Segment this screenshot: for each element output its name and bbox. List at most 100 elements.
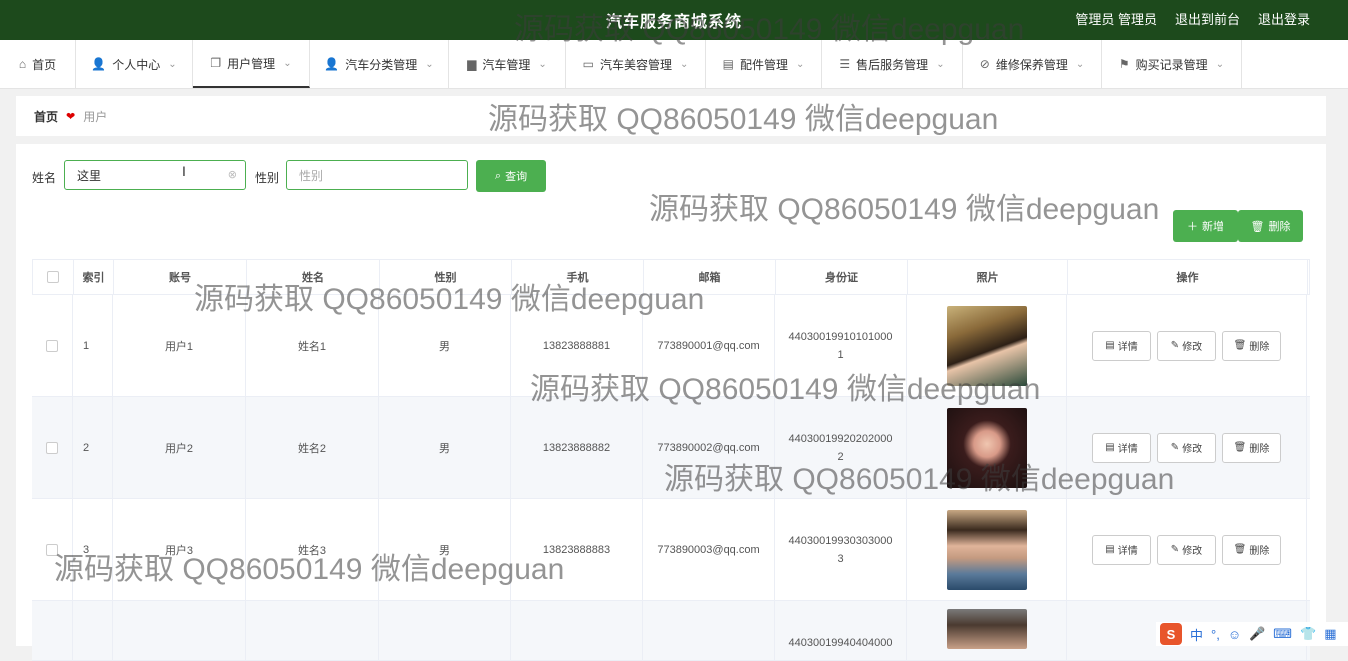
chat-icon: ▭ [582, 57, 594, 71]
cell-id-card: 44030019940404000 [775, 601, 907, 661]
ime-toolbar[interactable]: S 中 °, ☺ 🎤 ⌨ 👕 ▦ [1156, 622, 1348, 646]
header-phone: 手机 [512, 260, 644, 294]
cell-email [643, 601, 775, 661]
nav-label: 维修保养管理 [995, 57, 1068, 72]
edit-icon: ✎ [1170, 442, 1180, 453]
row-checkbox[interactable] [46, 339, 58, 352]
name-label: 姓名 [32, 171, 57, 185]
ime-punct[interactable]: °, [1211, 627, 1220, 642]
row-select-cell[interactable] [32, 397, 73, 498]
add-label: 新增 [1202, 221, 1224, 233]
edit-icon: ✎ [1170, 544, 1180, 555]
list-icon: ☰ [839, 57, 851, 71]
detail-button[interactable]: ▤ 详情 [1092, 432, 1151, 463]
edit-label: 修改 [1182, 546, 1203, 557]
cell-phone: 13823888882 [511, 397, 643, 498]
nav-car-management[interactable]: ▆ 汽车管理 ⌄ [449, 40, 566, 88]
copy-icon: ❐ [210, 56, 222, 70]
row-select-cell[interactable] [32, 295, 73, 396]
cell-name: 姓名1 [246, 295, 379, 396]
gender-label: 性别 [255, 171, 280, 185]
keyboard-icon[interactable]: ⌨ [1273, 626, 1292, 642]
search-icon: ⌕ [494, 169, 502, 182]
delete-button[interactable]: 🗑 删除 [1222, 432, 1281, 463]
row-select-cell[interactable] [32, 499, 73, 600]
nav-parts[interactable]: ▤ 配件管理 ⌄ [706, 40, 822, 88]
cell-name: 姓名3 [246, 499, 379, 600]
cell-gender: 男 [379, 295, 511, 396]
query-label: 查询 [505, 171, 528, 183]
row-select-cell[interactable] [32, 601, 73, 661]
user-photo[interactable] [946, 609, 1027, 649]
name-search-value: 这里 [77, 168, 102, 183]
name-search-input[interactable]: 这里 ⊗ [64, 160, 246, 190]
nav-home[interactable]: ⌂ 首页 [0, 40, 76, 88]
nav-car-category[interactable]: 👤 汽车分类管理 ⌄ [310, 40, 449, 88]
nav-user-management[interactable]: ❐ 用户管理 ⌄ [193, 40, 310, 88]
logout-link[interactable]: 退出登录 [1258, 9, 1310, 28]
row-checkbox[interactable] [46, 441, 58, 454]
select-all-checkbox[interactable] [47, 271, 59, 283]
edit-label: 修改 [1182, 342, 1203, 353]
select-all-cell[interactable] [33, 260, 74, 294]
trash-icon: 🗑 [1250, 220, 1265, 233]
user-photo[interactable] [946, 305, 1027, 386]
mic-icon[interactable]: 🎤 [1249, 626, 1265, 642]
user-photo[interactable] [946, 509, 1027, 590]
header-gender: 性别 [380, 260, 512, 294]
nav-purchase-records[interactable]: ⚑ 购买记录管理 ⌄ [1102, 40, 1242, 88]
edit-button[interactable]: ✎ 修改 [1157, 534, 1216, 565]
nav-maintenance[interactable]: ⊘ 维修保养管理 ⌄ [963, 40, 1102, 88]
gender-search-input[interactable]: 性别 [286, 160, 468, 190]
header-actions: 操作 [1068, 260, 1308, 294]
briefcase-icon: ▆ [467, 57, 477, 71]
delete-button[interactable]: 🗑 删除 [1222, 330, 1281, 361]
edit-icon: ✎ [1170, 340, 1180, 351]
cell-email: 773890001@qq.com [643, 295, 775, 396]
detail-button[interactable]: ▤ 详情 [1092, 330, 1151, 361]
cell-id-card: 44030019910101000 1 [775, 295, 907, 396]
cell-index: 1 [73, 295, 113, 396]
nav-personal-center[interactable]: 👤 个人中心 ⌄ [76, 40, 193, 88]
cell-email: 773890002@qq.com [643, 397, 775, 498]
breadcrumb-home[interactable]: 首页 [34, 108, 58, 125]
batch-delete-button[interactable]: 🗑 删除 [1238, 210, 1303, 242]
delete-label: 删除 [1249, 546, 1270, 557]
emoji-icon[interactable]: ☺ [1228, 627, 1241, 642]
id-card-line2: 1 [837, 348, 844, 361]
edit-label: 修改 [1182, 444, 1203, 455]
nav-after-sales[interactable]: ☰ 售后服务管理 ⌄ [822, 40, 963, 88]
nav-label: 汽车管理 [482, 57, 531, 72]
grid-icon[interactable]: ▦ [1324, 626, 1336, 642]
cell-account: 用户3 [113, 499, 246, 600]
cell-gender: 男 [379, 397, 511, 498]
cell-photo [907, 499, 1067, 600]
nav-label: 售后服务管理 [856, 57, 929, 72]
chevron-down-icon: ⌄ [679, 58, 689, 70]
nav-car-beauty[interactable]: ▭ 汽车美容管理 ⌄ [566, 40, 706, 88]
row-checkbox[interactable] [46, 543, 58, 556]
nav-label: 购买记录管理 [1135, 57, 1208, 72]
chevron-down-icon: ⌄ [795, 58, 805, 70]
query-button[interactable]: ⌕ 查询 [476, 160, 546, 192]
back-to-front-link[interactable]: 退出到前台 [1175, 9, 1240, 28]
delete-button[interactable]: 🗑 删除 [1222, 534, 1281, 565]
delete-label: 删除 [1249, 444, 1270, 455]
edit-button[interactable]: ✎ 修改 [1157, 432, 1216, 463]
edit-button[interactable]: ✎ 修改 [1157, 330, 1216, 361]
shirt-icon[interactable]: 👕 [1300, 626, 1316, 642]
gender-placeholder: 性别 [299, 168, 324, 183]
nav-label: 首页 [32, 57, 57, 72]
id-card-line1: 44030019940404000 [788, 637, 893, 649]
home-icon: ⌂ [18, 57, 27, 71]
detail-button[interactable]: ▤ 详情 [1092, 534, 1151, 565]
cell-actions: ▤ 详情 ✎ 修改 🗑 删除 [1067, 397, 1307, 498]
add-button[interactable]: ＋ 新增 [1173, 210, 1238, 242]
cell-gender [379, 601, 511, 661]
user-photo[interactable] [946, 407, 1027, 488]
ime-lang[interactable]: 中 [1190, 625, 1203, 644]
cell-email: 773890003@qq.com [643, 499, 775, 600]
cell-phone: 13823888881 [511, 295, 643, 396]
nav-label: 配件管理 [739, 57, 788, 72]
clear-icon[interactable]: ⊗ [228, 168, 237, 181]
